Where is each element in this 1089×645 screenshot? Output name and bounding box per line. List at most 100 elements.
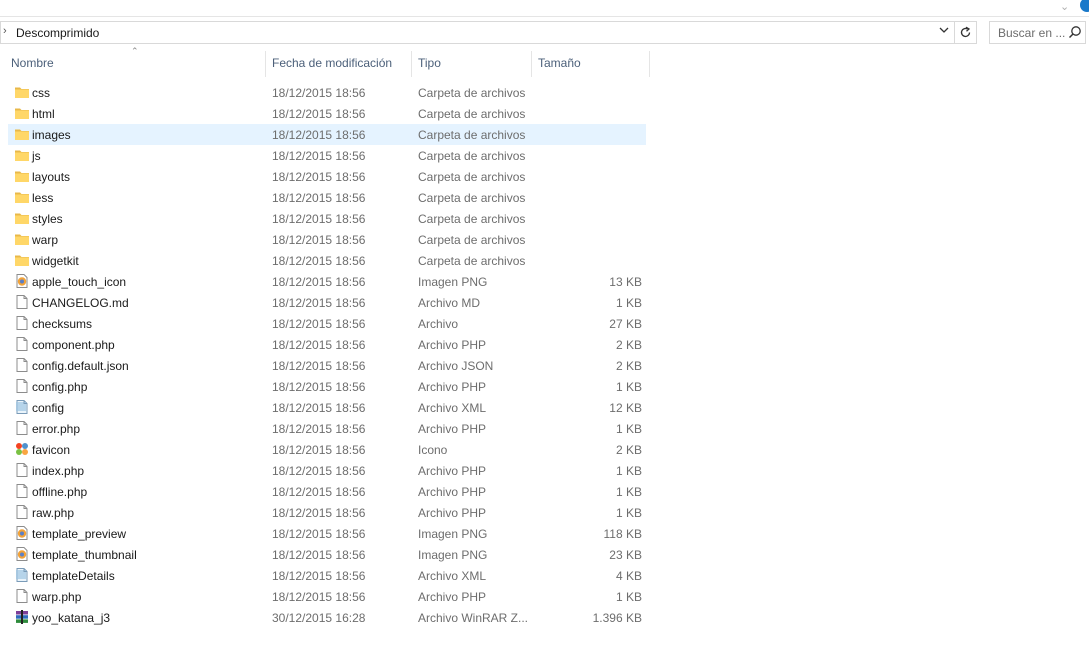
table-row[interactable]: warp.php 18/12/2015 18:56 Archivo PHP 1 KB (8, 586, 646, 607)
table-row[interactable]: config.php 18/12/2015 18:56 Archivo PHP 1 K… (8, 376, 646, 397)
table-row[interactable]: component.php 18/12/2015 18:56 Archivo PHP… (8, 334, 646, 355)
file-date: 18/12/2015 18:56 (272, 212, 366, 226)
table-row[interactable]: config.default.json 18/12/2015 18:56 Archi… (8, 355, 646, 376)
file-date: 18/12/2015 18:56 (272, 485, 366, 499)
file-size: 1 KB (615, 422, 642, 436)
table-row[interactable]: widgetkit 18/12/2015 18:56 Carpeta de arch… (8, 250, 646, 271)
file-size: 23 KB (609, 548, 642, 562)
table-row[interactable]: apple_touch_icon 18/12/2015 18:56 Imagen P… (8, 271, 646, 292)
table-row[interactable]: raw.php 18/12/2015 18:56 Archivo PHP 1 KB (8, 502, 646, 523)
file-name: CHANGELOG.md (32, 296, 129, 310)
file-size: 2 KB (615, 359, 642, 373)
breadcrumb-current[interactable]: Descomprimido (16, 26, 99, 40)
refresh-icon (960, 26, 971, 38)
table-row[interactable]: template_thumbnail 18/12/2015 18:56 Imagen… (8, 544, 646, 565)
file-size: 1 KB (615, 296, 642, 310)
xml-icon (14, 567, 30, 583)
sort-ascending-icon: ⌃ (131, 46, 139, 56)
file-type: Carpeta de archivos (418, 191, 526, 205)
file-type: Carpeta de archivos (418, 107, 526, 121)
file-date: 18/12/2015 18:56 (272, 128, 366, 142)
table-row[interactable]: template_preview 18/12/2015 18:56 Imagen P… (8, 523, 646, 544)
file-date: 18/12/2015 18:56 (272, 359, 366, 373)
table-row[interactable]: CHANGELOG.md 18/12/2015 18:56 Archivo MD 1 … (8, 292, 646, 313)
column-header: ⌃ Nombre Fecha de modificación Tipo Tama… (0, 46, 1089, 80)
file-size: 118 KB (603, 527, 642, 541)
table-row[interactable]: favicon 18/12/2015 18:56 Icono 2 KB (8, 439, 646, 460)
column-header-name[interactable]: Nombre (11, 56, 54, 70)
file-date: 18/12/2015 18:56 (272, 401, 366, 415)
file-name: templateDetails (32, 569, 115, 583)
file-type: Carpeta de archivos (418, 212, 526, 226)
table-row[interactable]: error.php 18/12/2015 18:56 Archivo PHP 1 KB (8, 418, 646, 439)
file-date: 18/12/2015 18:56 (272, 527, 366, 541)
file-size: 4 KB (615, 569, 642, 583)
file-date: 18/12/2015 18:56 (272, 590, 366, 604)
file-type: Archivo JSON (418, 359, 494, 373)
file-name: html (32, 107, 55, 121)
folder-icon (14, 231, 30, 247)
table-row[interactable]: offline.php 18/12/2015 18:56 Archivo PHP 1 … (8, 481, 646, 502)
table-row[interactable]: index.php 18/12/2015 18:56 Archivo PHP 1 KB (8, 460, 646, 481)
table-row[interactable]: templateDetails 18/12/2015 18:56 Archivo X… (8, 565, 646, 586)
ribbon-expand-chevron-icon[interactable]: ⌄ (1060, 0, 1069, 13)
folder-icon (14, 126, 30, 142)
table-row[interactable]: checksums 18/12/2015 18:56 Archivo 27 KB (8, 313, 646, 334)
file-date: 18/12/2015 18:56 (272, 86, 366, 100)
column-divider[interactable] (265, 51, 266, 77)
file-name: config (32, 401, 65, 415)
table-row[interactable]: js 18/12/2015 18:56 Carpeta de archivos (8, 145, 646, 166)
search-icon[interactable] (1067, 24, 1083, 41)
file-date: 18/12/2015 18:56 (272, 191, 366, 205)
file-size: 12 KB (609, 401, 642, 415)
column-divider[interactable] (649, 51, 650, 77)
file-size: 1 KB (615, 590, 642, 604)
file-date: 18/12/2015 18:56 (272, 506, 366, 520)
table-row[interactable]: images 18/12/2015 18:56 Carpeta de archivo… (8, 124, 646, 145)
help-icon[interactable] (1080, 0, 1089, 12)
table-row[interactable]: styles 18/12/2015 18:56 Carpeta de archivo… (8, 208, 646, 229)
column-header-date[interactable]: Fecha de modificación (272, 56, 392, 70)
table-row[interactable]: yoo_katana_j3 30/12/2015 16:28 Archivo Win… (8, 607, 646, 628)
table-row[interactable]: layouts 18/12/2015 18:56 Carpeta de archiv… (8, 166, 646, 187)
table-row[interactable]: warp 18/12/2015 18:56 Carpeta de archivos (8, 229, 646, 250)
file-icon (14, 504, 30, 520)
file-name: widgetkit (32, 254, 79, 268)
file-size: 27 KB (609, 317, 642, 331)
favicon-icon (14, 441, 30, 457)
search-placeholder: Buscar en ... (998, 26, 1066, 40)
refresh-button[interactable] (955, 21, 977, 44)
breadcrumb-chevron-icon[interactable]: › (3, 25, 7, 37)
table-row[interactable]: less 18/12/2015 18:56 Carpeta de archivos (8, 187, 646, 208)
file-type: Archivo PHP (418, 506, 487, 520)
file-icon (14, 357, 30, 373)
address-bar[interactable]: › Descomprimido (0, 21, 955, 44)
file-date: 18/12/2015 18:56 (272, 170, 366, 184)
file-icon (14, 294, 30, 310)
file-type: Carpeta de archivos (418, 170, 526, 184)
file-size: 2 KB (615, 443, 642, 457)
table-row[interactable]: css 18/12/2015 18:56 Carpeta de archivos (8, 82, 646, 103)
address-history-dropdown-icon[interactable] (936, 24, 952, 41)
folder-icon (14, 168, 30, 184)
column-header-size[interactable]: Tamaño (538, 56, 581, 70)
search-input[interactable]: Buscar en ... (989, 21, 1086, 44)
file-date: 18/12/2015 18:56 (272, 443, 366, 457)
file-type: Archivo PHP (418, 464, 487, 478)
file-type: Archivo PHP (418, 338, 487, 352)
file-icon (14, 336, 30, 352)
file-name: warp (32, 233, 59, 247)
file-name: component.php (32, 338, 115, 352)
file-size: 1 KB (615, 464, 642, 478)
table-row[interactable]: html 18/12/2015 18:56 Carpeta de archivos (8, 103, 646, 124)
column-divider[interactable] (531, 51, 532, 77)
file-icon (14, 588, 30, 604)
file-name: raw.php (32, 506, 75, 520)
column-header-type[interactable]: Tipo (418, 56, 441, 70)
file-name: config.default.json (32, 359, 129, 373)
table-row[interactable]: config 18/12/2015 18:56 Archivo XML 12 KB (8, 397, 646, 418)
file-name: apple_touch_icon (32, 275, 127, 289)
file-type: Carpeta de archivos (418, 233, 526, 247)
folder-icon (14, 252, 30, 268)
column-divider[interactable] (411, 51, 412, 77)
